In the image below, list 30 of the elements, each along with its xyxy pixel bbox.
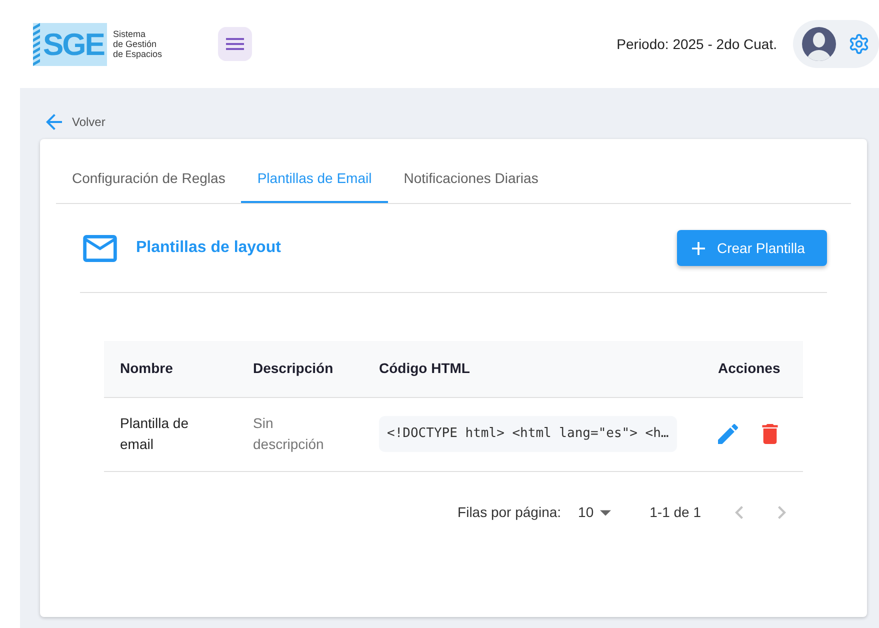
column-header: Nombre (104, 341, 237, 397)
rows-per-page-select[interactable]: 10 (578, 502, 611, 523)
menu-icon (226, 38, 244, 50)
menu-button[interactable] (218, 27, 252, 61)
table-cell: Plantilla de email (104, 397, 237, 471)
plus-icon (692, 242, 705, 254)
pencil-icon[interactable] (718, 424, 738, 444)
column-header: Descripción (237, 341, 363, 397)
mail-icon (83, 234, 117, 262)
trash-icon[interactable] (762, 424, 778, 444)
avatar-icon[interactable] (802, 27, 836, 61)
section-title: Plantillas de layout (136, 238, 281, 258)
settings-icon[interactable] (849, 34, 869, 54)
code-snippet: <!DOCTYPE html> <html lang="es"> <h… (379, 416, 677, 452)
tab[interactable]: Notificaciones Diarias (388, 155, 554, 203)
column-header: Acciones (702, 341, 803, 397)
caret-down-icon (600, 510, 611, 516)
back-link[interactable]: Volver (46, 112, 106, 132)
tab[interactable]: Plantillas de Email (241, 155, 388, 203)
tab[interactable]: Configuración de Reglas (56, 155, 242, 203)
table-cell: Sin descripción (237, 397, 363, 471)
page-range: 1-1 de 1 (650, 503, 701, 522)
stripes-icon (33, 22, 40, 66)
column-header: Código HTML (363, 341, 702, 397)
logo-caption: Sistema de Gestión de Espacios (113, 29, 164, 59)
create-template-button[interactable]: Crear Plantilla (677, 230, 827, 266)
logo-text: SGE (43, 28, 104, 60)
period-label: Periodo: 2025 - 2do Cuat. (616, 34, 777, 54)
rows-per-page-label: Filas por página: (458, 503, 562, 522)
arrow-left-icon (46, 114, 62, 130)
